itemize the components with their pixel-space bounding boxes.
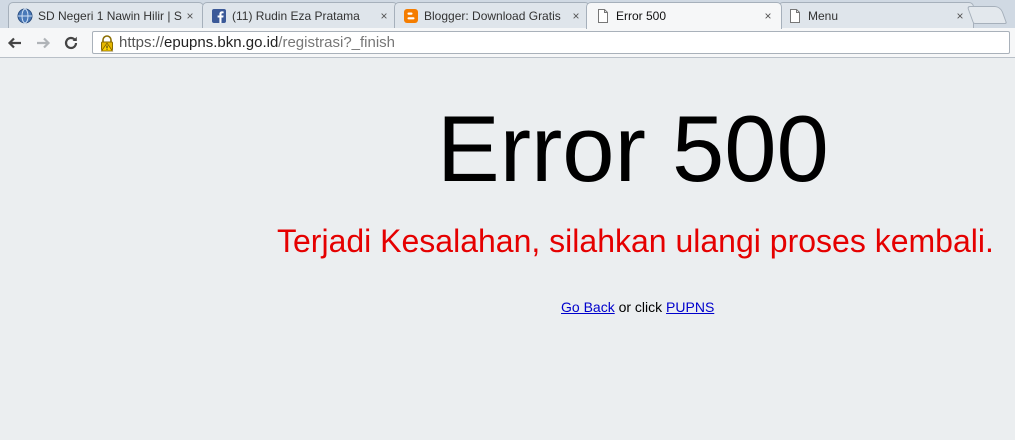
arrow-right-icon: [37, 37, 51, 49]
tab-title: SD Negeri 1 Nawin Hilir | S: [38, 8, 182, 23]
page-icon: [787, 8, 803, 24]
close-icon[interactable]: ×: [761, 9, 775, 23]
page-icon: [595, 8, 611, 24]
tab-title: Error 500: [616, 9, 667, 23]
back-button[interactable]: [4, 32, 26, 54]
close-icon[interactable]: ×: [953, 9, 967, 23]
error-title: Error 500: [437, 96, 829, 201]
error-message: Terjadi Kesalahan, silahkan ulangi prose…: [277, 223, 994, 259]
pupns-link[interactable]: PUPNS: [666, 299, 714, 315]
blogger-icon: [403, 8, 419, 24]
url-path: /registrasi?_finish: [278, 34, 396, 51]
tab-sd-negeri[interactable]: SD Negeri 1 Nawin Hilir | S ×: [8, 2, 204, 28]
browser-toolbar: https://epupns.bkn.go.id/registrasi?_fin…: [0, 28, 1015, 58]
reload-icon: [64, 36, 78, 50]
forward-button[interactable]: [32, 32, 54, 54]
address-bar[interactable]: https://epupns.bkn.go.id/registrasi?_fin…: [92, 31, 1010, 54]
tab-blogger[interactable]: Blogger: Download Gratis ×: [394, 2, 590, 28]
close-icon[interactable]: ×: [183, 9, 197, 23]
or-click-text: or click: [614, 299, 667, 315]
tab-menu[interactable]: Menu ×: [778, 2, 974, 28]
url-host: epupns.bkn.go.id: [164, 34, 279, 51]
url-scheme: https://: [119, 34, 165, 51]
close-icon[interactable]: ×: [569, 9, 583, 23]
tab-title: Blogger: Download Gratis: [424, 8, 561, 23]
error-links: Go Back or click PUPNS: [561, 299, 714, 315]
globe-icon: [17, 8, 33, 24]
tab-title: (11) Rudin Eza Pratama: [232, 8, 360, 23]
arrow-left-icon: [7, 37, 21, 49]
close-icon[interactable]: ×: [377, 9, 391, 23]
new-tab-button[interactable]: [966, 6, 1008, 24]
tab-facebook[interactable]: (11) Rudin Eza Pratama ×: [202, 2, 398, 28]
facebook-icon: [211, 8, 227, 24]
tab-error-500[interactable]: Error 500 ×: [586, 2, 782, 29]
lock-warning-icon[interactable]: [97, 34, 117, 52]
tab-title: Menu: [808, 8, 839, 23]
tab-strip: SD Negeri 1 Nawin Hilir | S × (11) Rudin…: [0, 0, 1015, 29]
go-back-link[interactable]: Go Back: [561, 299, 615, 315]
reload-button[interactable]: [60, 32, 82, 54]
page-content: Error 500 Terjadi Kesalahan, silahkan ul…: [0, 59, 1015, 440]
